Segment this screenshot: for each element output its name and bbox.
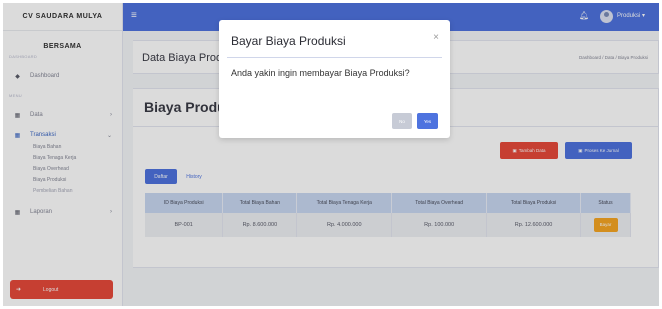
modal-divider (227, 57, 442, 58)
yes-button[interactable]: Yes (417, 113, 438, 129)
modal-title: Bayar Biaya Produksi (231, 34, 346, 48)
app-frame: CV SAUDARA MULYA BERSAMA DASHBOARD ◆ Das… (3, 3, 659, 306)
modal-message: Anda yakin ingin membayar Biaya Produksi… (231, 68, 410, 78)
confirm-modal: Bayar Biaya Produksi × Anda yakin ingin … (219, 20, 450, 138)
close-icon[interactable]: × (433, 32, 439, 43)
no-button[interactable]: No (392, 113, 412, 129)
